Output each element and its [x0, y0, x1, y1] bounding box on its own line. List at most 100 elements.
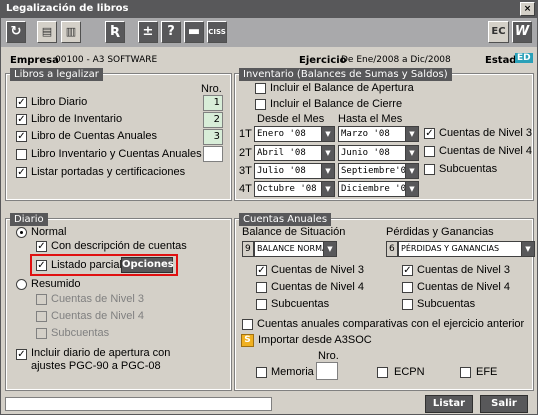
t4-from-select[interactable]: Octubre '08 — [254, 181, 322, 197]
dia-subcuentas-label: Subcuentas — [51, 327, 110, 339]
bal-nivel4-checkbox[interactable] — [256, 282, 267, 293]
toolbar: ↻ ▤ ▥ Ʀ ± ? ▬ CISS EC W — [1, 18, 537, 47]
libro-diario-checkbox[interactable]: ✓ — [16, 97, 27, 108]
ecpn-checkbox[interactable] — [377, 367, 388, 378]
chevron-down-icon[interactable]: ▼ — [321, 145, 335, 161]
pyg-num[interactable]: 6 — [386, 241, 398, 257]
chevron-down-icon[interactable]: ▼ — [321, 126, 335, 142]
w-button[interactable]: W — [512, 21, 532, 43]
pyg-subcuentas-checkbox[interactable] — [402, 299, 413, 310]
t1-from-select[interactable]: Enero '08 — [254, 126, 322, 142]
libro-cuentas-nro[interactable]: 3 — [203, 129, 223, 145]
hasta-label: Hasta el Mes — [338, 113, 403, 125]
help-icon[interactable]: ? — [161, 21, 181, 43]
cierre-checkbox[interactable] — [255, 99, 266, 110]
t2-label: 2T — [239, 147, 252, 159]
importar-label[interactable]: Importar desde A3SOC — [258, 334, 372, 346]
efe-label: EFE — [476, 366, 498, 378]
libro-inventario-checkbox[interactable]: ✓ — [16, 114, 27, 125]
minus-icon[interactable]: ▬ — [184, 21, 204, 43]
inv-nivel3-checkbox[interactable]: ✓ — [424, 128, 435, 139]
apertura-label: Incluir el Balance de Apertura — [270, 82, 414, 94]
libro-inventario-nro[interactable]: 2 — [203, 112, 223, 128]
dia-subcuentas-checkbox[interactable] — [36, 328, 47, 339]
chevron-down-icon[interactable]: ▼ — [405, 145, 419, 161]
t3-label: 3T — [239, 165, 252, 177]
t2-from-select[interactable]: Abril '08 — [254, 145, 322, 161]
inv-nivel3-label: Cuentas de Nivel 3 — [439, 127, 532, 139]
title-bar: Legalización de libros — [1, 1, 537, 18]
memoria-nro-input[interactable] — [316, 362, 338, 380]
bal-nivel3-checkbox[interactable]: ✓ — [256, 265, 267, 276]
r-icon[interactable]: Ʀ — [105, 21, 125, 43]
ciss-icon[interactable]: CISS — [207, 21, 227, 43]
dia-apertura-label-1: Incluir diario de apertura con — [31, 347, 171, 359]
libro-inventario-label: Libro de Inventario — [31, 113, 123, 125]
ejercicio-value: De Ene/2008 a Dic/2008 — [341, 55, 451, 65]
t1-to-select[interactable]: Marzo '08 — [338, 126, 406, 142]
dia-nivel3-checkbox[interactable] — [36, 294, 47, 305]
t2-to-select[interactable]: Junio '08 — [338, 145, 406, 161]
inv-subcuentas-checkbox[interactable] — [424, 164, 435, 175]
empresa-value: 00100 - A3 SOFTWARE — [55, 55, 158, 65]
a3soc-icon[interactable]: S — [241, 334, 254, 347]
printer-icon[interactable]: ▥ — [61, 21, 81, 43]
libro-cuentas-checkbox[interactable]: ✓ — [16, 131, 27, 142]
t3-to-select[interactable]: Septiembre'08 — [338, 163, 406, 179]
dia-apertura-checkbox[interactable]: ✓ — [16, 349, 27, 360]
libro-inv-cuentas-checkbox[interactable] — [16, 149, 27, 160]
pyg-select[interactable]: PÉRDIDAS Y GANANCIAS — [398, 241, 522, 257]
chevron-down-icon[interactable]: ▼ — [323, 241, 337, 257]
resumido-radio[interactable] — [16, 279, 27, 290]
pyg-nivel4-checkbox[interactable] — [402, 282, 413, 293]
efe-checkbox[interactable] — [460, 367, 471, 378]
t4-to-select[interactable]: Diciembre '08 — [338, 181, 406, 197]
libro-cuentas-label: Libro de Cuentas Anuales — [31, 130, 157, 142]
pyg-nivel3-checkbox[interactable]: ✓ — [402, 265, 413, 276]
chevron-down-icon[interactable]: ▼ — [405, 181, 419, 197]
comparativas-label: Cuentas anuales comparativas con el ejer… — [257, 318, 525, 330]
inv-nivel4-label: Cuentas de Nivel 4 — [439, 145, 532, 157]
balance-num[interactable]: 9 — [242, 241, 254, 257]
ec-button[interactable]: EC — [488, 21, 509, 43]
chevron-down-icon[interactable]: ▼ — [405, 163, 419, 179]
memoria-label: Memoria — [271, 366, 314, 378]
comparativas-checkbox[interactable] — [242, 319, 253, 330]
descripcion-checkbox[interactable]: ✓ — [36, 241, 47, 252]
resumido-label: Resumido — [31, 278, 81, 290]
listado-checkbox[interactable]: ✓ — [36, 260, 47, 271]
listar-button[interactable]: Listar — [425, 395, 473, 413]
normal-label: Normal — [31, 226, 67, 238]
bal-subcuentas-checkbox[interactable] — [256, 299, 267, 310]
plus-minus-icon[interactable]: ± — [138, 21, 158, 43]
close-button[interactable]: × — [520, 2, 535, 16]
ecpn-label: ECPN — [394, 366, 425, 378]
portadas-checkbox[interactable]: ✓ — [16, 167, 27, 178]
chevron-down-icon[interactable]: ▼ — [321, 181, 335, 197]
portadas-label: Listar portadas y certificaciones — [31, 166, 186, 178]
dia-nivel4-checkbox[interactable] — [36, 311, 47, 322]
salir-button[interactable]: Salir — [480, 395, 528, 413]
print-icon[interactable]: ▤ — [37, 21, 57, 43]
chevron-down-icon[interactable]: ▼ — [405, 126, 419, 142]
dia-nivel4-label: Cuentas de Nivel 4 — [51, 310, 144, 322]
libro-diario-nro[interactable]: 1 — [203, 95, 223, 111]
libro-inv-cuentas-nro[interactable] — [203, 146, 223, 162]
descripcion-label: Con descripción de cuentas — [51, 240, 187, 252]
memoria-checkbox[interactable] — [256, 367, 267, 378]
chevron-down-icon[interactable]: ▼ — [521, 241, 535, 257]
refresh-icon[interactable]: ↻ — [6, 21, 26, 43]
inv-nivel4-checkbox[interactable] — [424, 146, 435, 157]
t3-from-select[interactable]: Julio '08 — [254, 163, 322, 179]
apertura-checkbox[interactable] — [255, 83, 266, 94]
opciones-button[interactable]: Opciones — [121, 257, 174, 273]
libro-inv-cuentas-label: Libro Inventario y Cuentas Anuales — [31, 148, 202, 160]
libro-diario-label: Libro Diario — [31, 96, 88, 108]
balance-select[interactable]: BALANCE NORMAL (PGC- — [254, 241, 324, 257]
normal-radio[interactable] — [16, 227, 27, 238]
pyg-subcuentas-label: Subcuentas — [417, 298, 476, 310]
inventario-title: Inventario (Balances de Sumas y Saldos) — [239, 68, 452, 81]
chevron-down-icon[interactable]: ▼ — [321, 163, 335, 179]
inv-subcuentas-label: Subcuentas — [439, 163, 498, 175]
libros-title: Libros a legalizar — [10, 68, 103, 81]
